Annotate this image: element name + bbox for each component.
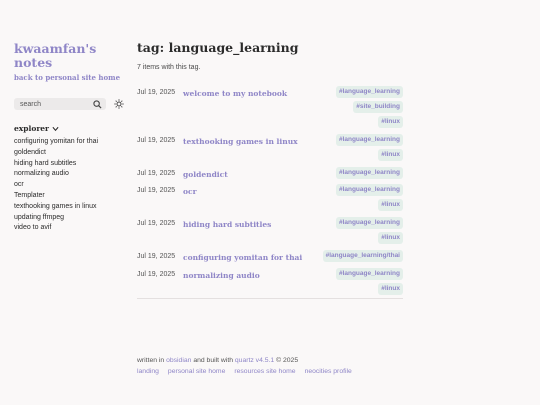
entry-date: Jul 19, 2025	[137, 187, 176, 194]
search-placeholder: search	[20, 100, 42, 108]
entry-date: Jul 19, 2025	[137, 137, 176, 144]
sidebar: kwaamfan's notes back to personal site h…	[14, 42, 124, 234]
footer-built-with: and built with	[193, 357, 233, 364]
footer: written in obsidian and built with quart…	[137, 357, 352, 375]
tag-link[interactable]: #linux	[378, 116, 403, 128]
entry-date: Jul 19, 2025	[137, 253, 176, 260]
darkmode-toggle[interactable]	[114, 99, 124, 109]
tag-link[interactable]: #site_building	[353, 101, 403, 113]
explorer-item[interactable]: goldendict	[14, 148, 124, 159]
entry-tags: #language_learning #site_building #linux	[335, 86, 403, 128]
obsidian-link[interactable]: obsidian	[166, 357, 191, 364]
tag-link[interactable]: #language_learning	[335, 167, 403, 179]
explorer-item[interactable]: Templater	[14, 191, 124, 202]
entry-tags: #language_learning #linux	[335, 134, 403, 161]
page-title: tag: language_learning	[137, 40, 299, 55]
footer-links: landing personal site home resources sit…	[137, 368, 352, 375]
footer-copyright: © 2025	[276, 357, 299, 364]
list-item: Jul 19, 2025 welcome to my notebook #lan…	[137, 86, 403, 128]
entry-tags: #language_learning	[335, 167, 403, 179]
entry-title-link[interactable]: ocr	[183, 184, 336, 211]
entry-date: Jul 19, 2025	[137, 170, 176, 177]
explorer-item[interactable]: texthooking games in linux	[14, 202, 124, 213]
entry-date: Jul 19, 2025	[137, 89, 176, 96]
list-item: Jul 19, 2025 configuring yomitan for tha…	[137, 250, 403, 262]
list-item: Jul 19, 2025 hiding hard subtitles #lang…	[137, 217, 403, 244]
sun-icon	[114, 99, 124, 109]
explorer-toggle[interactable]: explorer	[14, 124, 124, 133]
footer-link-resources-site[interactable]: resources site home	[234, 368, 295, 375]
tag-link[interactable]: #language_learning	[335, 86, 403, 98]
explorer-item[interactable]: configuring yomitan for thai	[14, 137, 124, 148]
search-input[interactable]: search	[14, 98, 106, 110]
explorer-item[interactable]: video to avif	[14, 223, 124, 234]
item-count: 7 items with this tag.	[137, 64, 201, 71]
tag-link[interactable]: #linux	[378, 232, 403, 244]
tag-link[interactable]: #language_learning	[335, 184, 403, 196]
entry-tags: #language_learning #linux	[335, 217, 403, 244]
explorer-item[interactable]: ocr	[14, 180, 124, 191]
search-row: search	[14, 98, 124, 110]
footer-written-in: written in	[137, 357, 165, 364]
footer-link-personal-site[interactable]: personal site home	[168, 368, 225, 375]
tag-link[interactable]: #linux	[378, 149, 403, 161]
explorer-item[interactable]: updating ffmpeg	[14, 213, 124, 224]
tag-link[interactable]: #linux	[378, 199, 403, 211]
explorer-title: explorer	[14, 124, 50, 133]
site-title[interactable]: kwaamfan's notes	[14, 42, 124, 70]
tag-link[interactable]: #language_learning	[335, 217, 403, 229]
entry-title-link[interactable]: welcome to my notebook	[183, 86, 336, 128]
entry-tags: #language_learning #linux	[335, 184, 403, 211]
tag-link[interactable]: #language_learning	[335, 268, 403, 280]
entry-title-link[interactable]: configuring yomitan for thai	[183, 250, 323, 262]
list-item: Jul 19, 2025 texthooking games in linux …	[137, 134, 403, 161]
main-content: tag: language_learning 7 items with this…	[137, 40, 403, 295]
search-icon	[93, 99, 102, 109]
footer-link-neocities[interactable]: neocities profile	[305, 368, 352, 375]
entry-date: Jul 19, 2025	[137, 220, 176, 227]
list-item: Jul 19, 2025 normalizing audio #language…	[137, 268, 403, 295]
quartz-link[interactable]: quartz v4.5.1	[235, 357, 274, 364]
chevron-down-icon	[52, 126, 59, 131]
back-to-site-link[interactable]: back to personal site home	[14, 73, 124, 82]
tag-link[interactable]: #language_learning/thai	[322, 250, 403, 262]
entry-title-link[interactable]: hiding hard subtitles	[183, 217, 336, 244]
tag-link[interactable]: #linux	[378, 283, 403, 295]
entry-title-link[interactable]: texthooking games in linux	[183, 134, 336, 161]
entry-date: Jul 19, 2025	[137, 271, 176, 278]
footer-credit: written in obsidian and built with quart…	[137, 357, 352, 364]
explorer-item[interactable]: hiding hard subtitles	[14, 159, 124, 170]
entry-title-link[interactable]: goldendict	[183, 167, 336, 179]
explorer-list: configuring yomitan for thai goldendict …	[14, 137, 124, 234]
entry-title-link[interactable]: normalizing audio	[183, 268, 336, 295]
list-item: Jul 19, 2025 ocr #language_learning #lin…	[137, 184, 403, 211]
tag-link[interactable]: #language_learning	[335, 134, 403, 146]
divider	[137, 298, 403, 299]
entry-tags: #language_learning #linux	[335, 268, 403, 295]
explorer-item[interactable]: normalizing audio	[14, 169, 124, 180]
entry-tags: #language_learning/thai	[322, 250, 403, 262]
footer-link-landing[interactable]: landing	[137, 368, 159, 375]
list-item: Jul 19, 2025 goldendict #language_learni…	[137, 167, 403, 179]
